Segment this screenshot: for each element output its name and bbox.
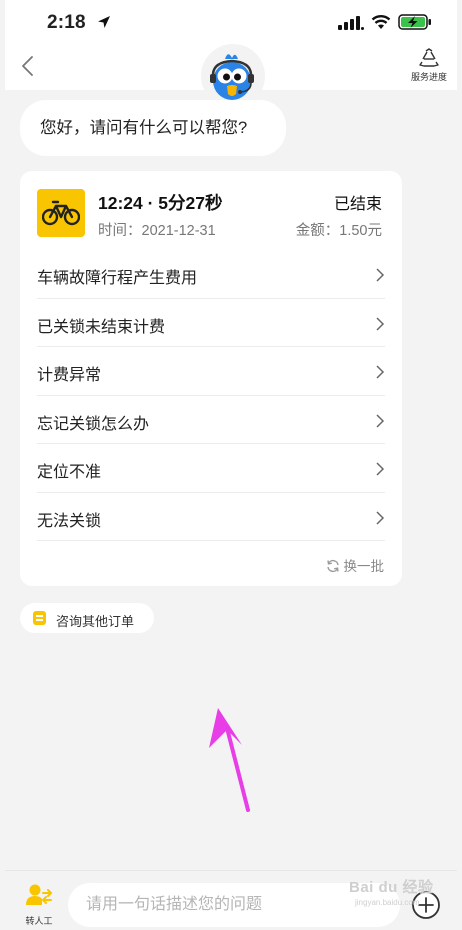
faq-item-label: 已关锁未结束计费 <box>37 318 166 336</box>
chevron-right-icon <box>376 365 385 379</box>
faq-item-label: 无法关锁 <box>37 512 102 530</box>
faq-item-forgot-lock[interactable]: 忘记关锁怎么办 <box>37 396 385 444</box>
faq-item-fault-fee[interactable]: 车辆故障行程产生费用 <box>37 250 385 299</box>
faq-item-label: 忘记关锁怎么办 <box>37 415 150 433</box>
faq-item-billing-error[interactable]: 计费异常 <box>37 347 385 396</box>
location-arrow-icon <box>98 16 110 28</box>
wifi-icon <box>371 15 391 29</box>
bike-icon <box>42 200 80 226</box>
order-amount: 金额：1.50元 <box>295 223 382 239</box>
chevron-right-icon <box>376 316 385 331</box>
refresh-label: 换一批 <box>343 559 385 574</box>
faq-item-cannot-lock[interactable]: 无法关锁 <box>37 493 385 541</box>
refresh-icon <box>326 559 339 573</box>
other-orders-label: 咨询其他订单 <box>56 614 135 629</box>
status-time: 2:18 <box>47 12 86 33</box>
chevron-right-icon <box>376 268 385 282</box>
faq-item-label: 定位不准 <box>37 464 102 481</box>
battery-charging-icon <box>398 14 431 30</box>
greeting-bubble: 您好，请问有什么可以帮您? <box>20 100 286 156</box>
watermark-url: jingyan.baidu.com <box>355 898 420 907</box>
order-title: 12:24 · 5分27秒 <box>98 193 223 213</box>
recycle-icon <box>419 48 439 67</box>
order-time: 时间：2021-12-31 <box>98 223 216 239</box>
bird-avatar-icon <box>210 54 254 100</box>
chevron-right-icon <box>376 462 385 476</box>
transfer-to-human-label: 转人工 <box>25 916 53 926</box>
watermark: Bai du 经验 <box>349 879 434 896</box>
avatar <box>201 44 265 108</box>
bike-badge <box>37 189 85 237</box>
order-status: 已结束 <box>333 196 382 213</box>
annotation-arrow <box>209 708 250 812</box>
chevron-right-icon <box>376 510 385 525</box>
nav-bar: 服务进度 <box>5 42 457 108</box>
other-orders-chip[interactable]: 咨询其他订单 <box>20 603 154 633</box>
refresh-batch-button[interactable]: 换一批 <box>326 555 385 575</box>
service-progress-button[interactable]: 服务进度 <box>405 48 453 83</box>
chevron-right-icon <box>376 413 385 428</box>
faq-item-location-inaccurate[interactable]: 定位不准 <box>37 444 385 493</box>
signal-icon <box>338 16 364 30</box>
status-bar: 2:18 <box>5 0 457 42</box>
order-card: 12:24 · 5分27秒 已结束 时间：2021-12-31 金额：1.50元… <box>20 171 402 586</box>
faq-item-label: 车辆故障行程产生费用 <box>37 270 198 287</box>
faq-item-locked-still-billing[interactable]: 已关锁未结束计费 <box>37 299 385 347</box>
person-transfer-icon <box>26 884 53 905</box>
document-icon <box>33 611 46 625</box>
transfer-to-human-button[interactable]: 转人工 <box>21 883 57 927</box>
service-progress-label: 服务进度 <box>410 72 447 82</box>
faq-item-label: 计费异常 <box>37 367 102 384</box>
faq-list: 车辆故障行程产生费用 已关锁未结束计费 计费异常 忘记关锁怎么办 定位不准 无法… <box>37 250 385 541</box>
back-chevron-icon[interactable] <box>17 54 41 78</box>
screen: 2:18 服务进度 您好，请问有什么可以帮您? 12:24 · 5分27秒 已结… <box>5 0 457 930</box>
